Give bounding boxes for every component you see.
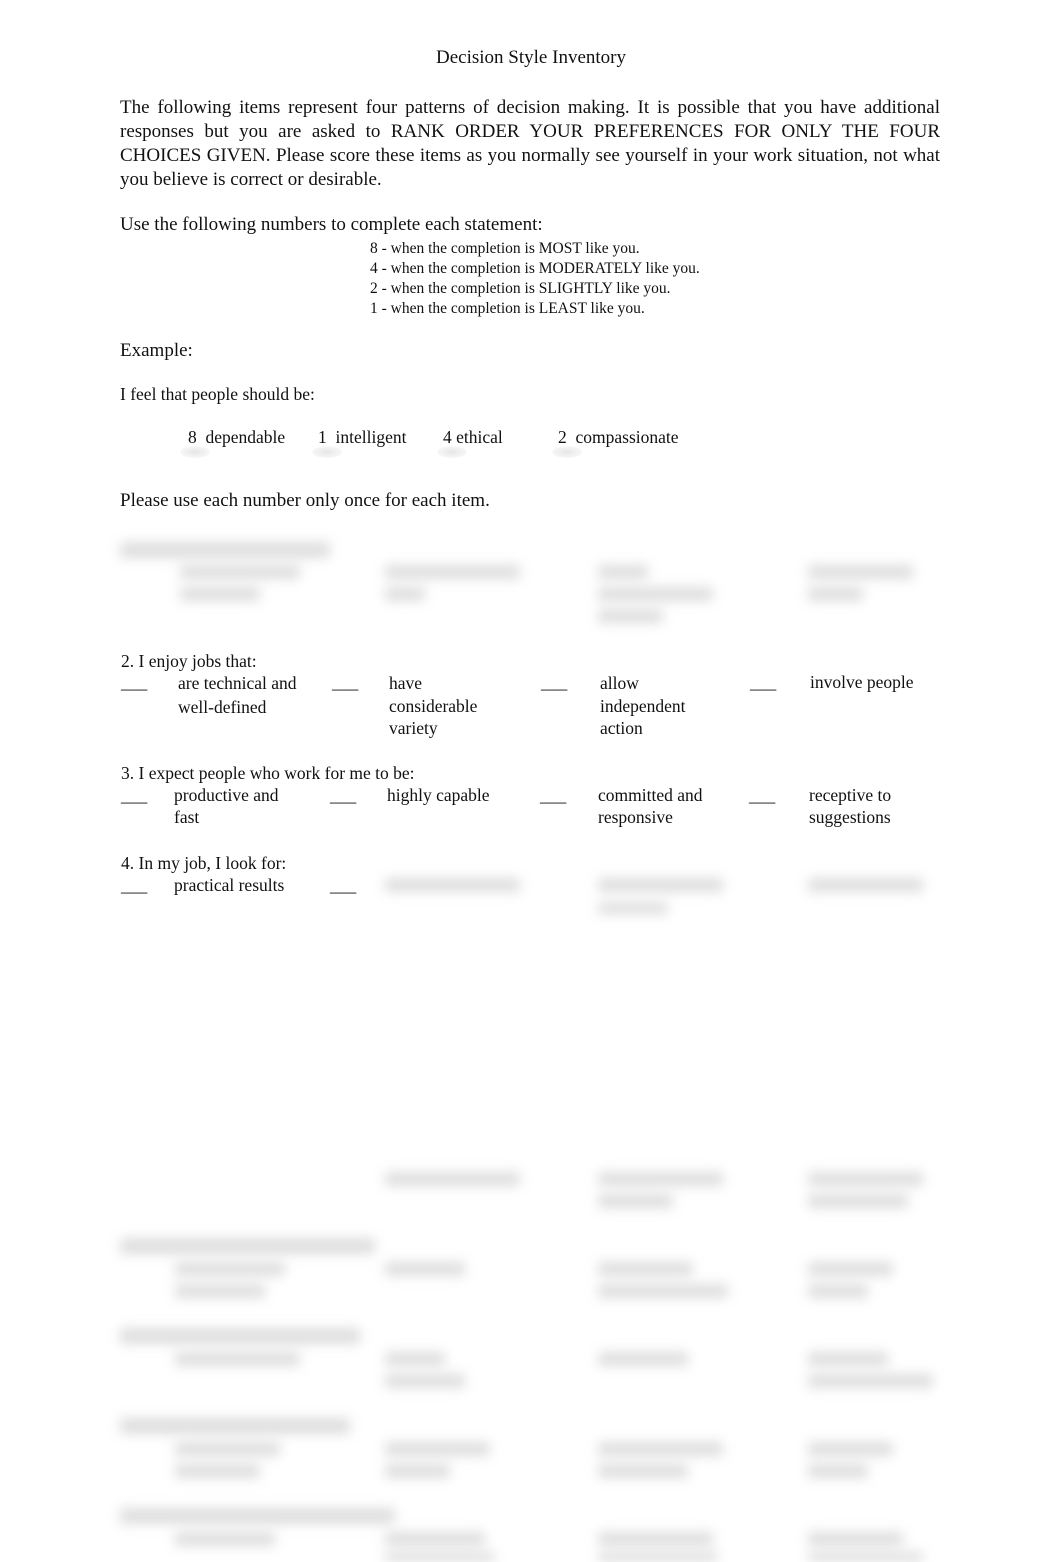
answer-blank[interactable]: ___ (750, 672, 776, 693)
example-item: 1 intelligent (318, 427, 406, 448)
option-line: practical results (174, 875, 285, 895)
example-text: compassionate (575, 427, 679, 447)
option-line: have (389, 673, 423, 693)
scale-item: 4 - when the completion is MODERATELY li… (370, 260, 700, 277)
answer-blank[interactable]: ___ (121, 672, 147, 693)
option-line: fast (174, 807, 200, 827)
option-line: receptive to (809, 785, 892, 805)
answer-blank[interactable]: ___ (332, 672, 358, 693)
scale-item: 1 - when the completion is LEAST like yo… (370, 300, 645, 317)
example-score: 1 (318, 427, 327, 447)
answer-blank[interactable]: ___ (121, 875, 147, 896)
example-score: 2 (558, 427, 567, 447)
example-text: intelligent (335, 427, 407, 447)
option-line: are technical and (178, 673, 297, 693)
example-item: 8 dependable (188, 427, 285, 448)
option-text: highly capable (387, 784, 490, 806)
option-text: are technical and well-defined (178, 671, 297, 719)
example-text: ethical (456, 427, 503, 447)
answer-blank[interactable]: ___ (540, 785, 566, 806)
instruction: Please use each number only once for eac… (120, 490, 490, 511)
question-prompt: 2. I enjoy jobs that: (121, 651, 257, 671)
example-score: 4 (443, 427, 452, 447)
option-line: action (600, 718, 643, 738)
document-title: Decision Style Inventory (436, 47, 626, 68)
example-prompt: I feel that people should be: (120, 384, 315, 404)
option-line: responsive (598, 807, 673, 827)
example-text: dependable (205, 427, 286, 447)
option-line: committed and (598, 785, 703, 805)
example-label: Example: (120, 340, 193, 361)
question-prompt: 3. I expect people who work for me to be… (121, 763, 415, 783)
option-text: practical results (174, 874, 284, 896)
scale-intro: Use the following numbers to complete ea… (120, 214, 543, 235)
option-line: involve people (810, 672, 914, 692)
option-text: allow independent action (600, 671, 686, 739)
option-line: productive and (174, 785, 279, 805)
answer-blank[interactable]: ___ (541, 672, 567, 693)
answer-blank[interactable]: ___ (330, 785, 356, 806)
scale-item: 8 - when the completion is MOST like you… (370, 240, 640, 257)
answer-blank[interactable]: ___ (749, 785, 775, 806)
answer-blank[interactable]: ___ (121, 785, 147, 806)
option-text: productive and fast (174, 784, 278, 828)
example-item: 4 ethical (443, 427, 503, 448)
option-line: suggestions (809, 807, 891, 827)
option-line: well-defined (178, 697, 267, 717)
option-text: committed and responsive (598, 784, 703, 828)
option-text: involve people (810, 671, 914, 693)
option-line: independent (600, 696, 686, 716)
example-item: 2 compassionate (558, 427, 679, 448)
option-text: have considerable variety (389, 671, 477, 739)
question-prompt: 4. In my job, I look for: (121, 853, 287, 873)
option-line: variety (389, 718, 438, 738)
example-score: 8 (188, 427, 197, 447)
answer-blank[interactable]: ___ (330, 875, 356, 896)
option-line: allow (600, 673, 639, 693)
option-line: considerable (389, 696, 478, 716)
scale-item: 2 - when the completion is SLIGHTLY like… (370, 280, 671, 297)
option-line: highly capable (387, 785, 490, 805)
intro-paragraph: The following items represent four patte… (120, 97, 940, 190)
option-text: receptive to suggestions (809, 784, 891, 828)
